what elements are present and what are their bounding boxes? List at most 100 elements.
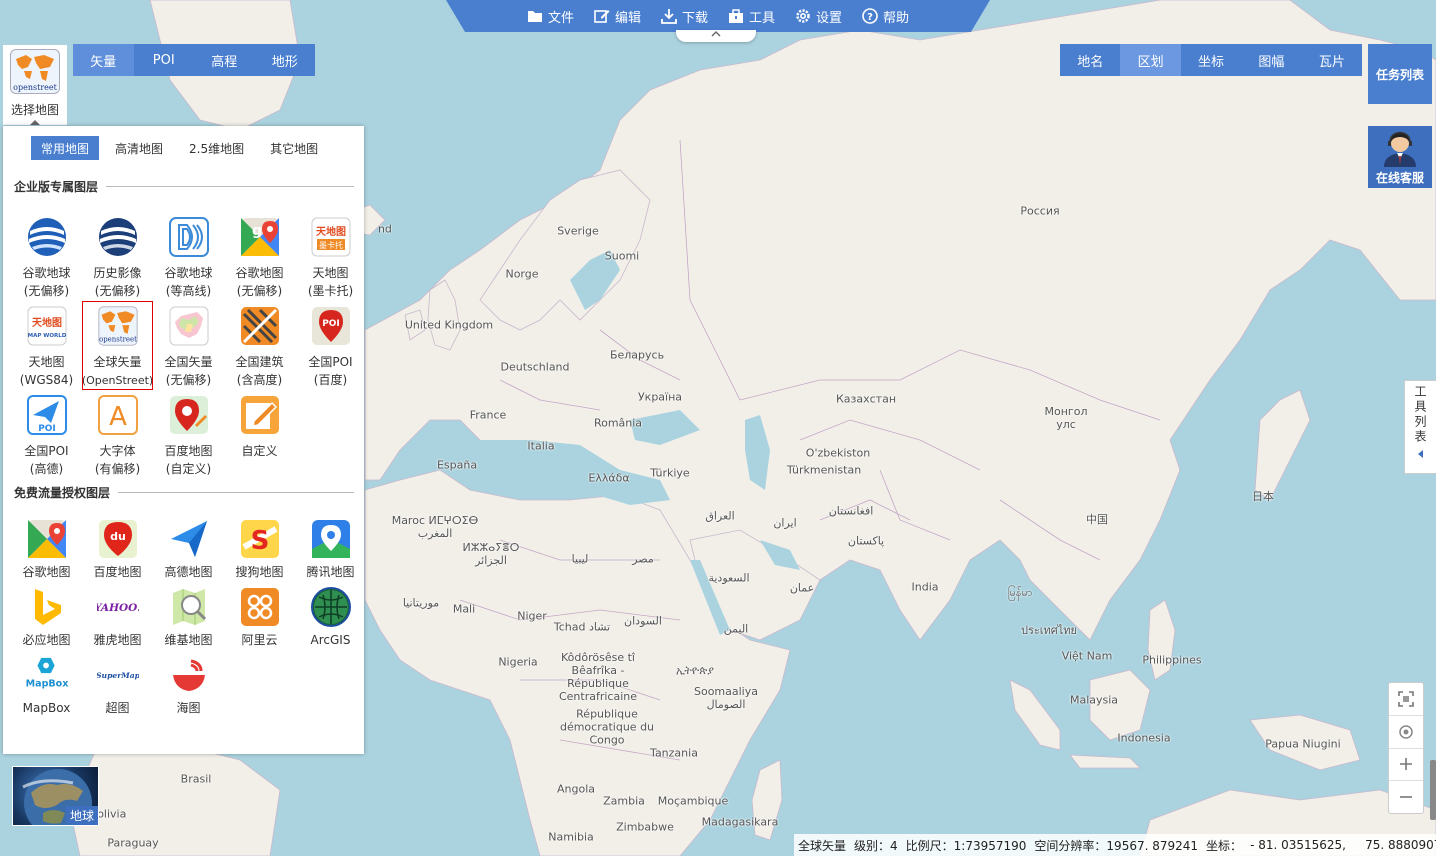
aliyun-icon [239,586,281,628]
plus-icon [1400,758,1412,771]
earth-view-label: 地球 [65,806,98,825]
file-menu[interactable]: 文件 [527,7,574,26]
tab-terrain[interactable]: 地形 [255,44,316,76]
fullscreen-icon [1398,691,1414,707]
layer-sogou-maps[interactable]: S 搜狗地图 [224,514,295,582]
settings-menu[interactable]: 设置 [795,7,842,26]
toolbox-list-label: 工具列表 [1413,385,1427,445]
layer-gaode-poi[interactable]: POI 全国POI (高德) [11,390,82,479]
toolbar-collapse-handle[interactable] [676,30,756,42]
earth-view-thumbnail[interactable]: 地球 [12,766,99,826]
svg-text:?: ? [867,12,873,23]
caret-up-icon [30,120,40,125]
layer-bing-maps[interactable]: 必应地图 [11,582,82,650]
layer-wiki-maps[interactable]: 维基地图 [153,582,224,650]
tab-map-sheets[interactable]: 图幅 [1241,44,1301,76]
tab-2-5d-maps[interactable]: 2.5维地图 [179,136,254,160]
free-layer-grid: 谷歌地图 du 百度地图 高德地图 S 搜狗地图 腾讯地图 必应地图 AHOO … [11,514,366,718]
help-menu[interactable]: ? 帮助 [862,7,909,26]
layer-china-vector[interactable]: 全国矢量 (无偏移) [153,301,224,390]
status-scale: 比例尺：1:73957190 [905,838,1027,853]
layer-aliyun[interactable]: 阿里云 [224,582,295,650]
openstreet-logo-icon: openstreet [10,49,60,94]
layer-tencent-maps[interactable]: 腾讯地图 [295,514,366,582]
baidu-custom-icon [168,394,210,436]
help-icon: ? [862,8,878,24]
baidu-poi-icon: POI [310,305,352,347]
status-source: 全球矢量 [798,838,847,853]
layer-yahoo-maps[interactable]: YAHOO! 雅虎地图 [82,582,153,650]
layer-baidu-custom[interactable]: 百度地图 (自定义) [153,390,224,479]
layer-mapbox[interactable]: MapBox MapBox [11,650,82,718]
layer-baidu-poi[interactable]: POI 全国POI (百度) [295,301,366,390]
svg-text:A: A [109,402,127,432]
google-maps-icon: g [239,216,281,258]
tab-place-names[interactable]: 地名 [1060,44,1120,76]
status-bar: 全球矢量 级别：4 比例尺：1:73957190 空间分辨率：19567. 87… [794,834,1436,856]
layer-baidu-maps[interactable]: du 百度地图 [82,514,153,582]
layer-google-earth[interactable]: 谷歌地球 (无偏移) [11,212,82,301]
layer-contour[interactable]: 谷歌地球 (等高线) [153,212,224,301]
download-menu-label: 下载 [681,10,708,26]
online-service-button[interactable]: 在线客服 [1368,126,1432,188]
tab-vector[interactable]: 矢量 [73,44,134,76]
large-font-icon: A [97,394,139,436]
bing-maps-icon [26,586,68,628]
tab-coordinates[interactable]: 坐标 [1181,44,1241,76]
tab-tiles[interactable]: 瓦片 [1302,44,1362,76]
layer-arcgis[interactable]: ArcGIS [295,582,366,650]
wiki-maps-icon [168,586,210,628]
enterprise-layer-grid: 谷歌地球 (无偏移) 历史影像 (无偏移) 谷歌地球 (等高线) g 谷歌地图 (无偏移… [11,212,366,479]
openstreet-icon: openstreet [97,305,139,347]
toolbox-list-tab[interactable]: 工具列表 [1404,380,1436,474]
download-menu[interactable]: 下载 [661,7,708,26]
tab-hd-maps[interactable]: 高清地图 [105,136,173,160]
zoom-slider[interactable] [1430,760,1436,820]
edit-menu[interactable]: 编辑 [594,7,641,26]
svg-text:POI: POI [38,424,56,434]
tianditu-mercator-icon: 天地图 墨卡托 [310,216,352,258]
tab-divisions[interactable]: 区划 [1120,44,1181,76]
overlay-tabs: 地名 区划 坐标 图幅 瓦片 [1060,44,1362,76]
task-list-button[interactable]: 任务列表 [1368,44,1432,104]
layer-sea-chart[interactable]: 海图 [153,650,224,718]
gear-icon [796,9,810,23]
select-map-button[interactable]: openstreet 选择地图 [3,45,67,125]
buildings-icon [239,305,281,347]
tab-common-maps[interactable]: 常用地图 [31,136,100,160]
sea-chart-icon [168,654,210,696]
file-menu-label: 文件 [547,10,574,26]
tab-elevation[interactable]: 高程 [194,44,255,76]
chevron-left-icon [1417,450,1423,458]
layer-custom[interactable]: 自定义 [224,390,295,479]
svg-text:du: du [110,530,126,543]
sogou-maps-icon: S [239,518,281,560]
layer-tianditu-mercator[interactable]: 天地图 墨卡托 天地图 (墨卡托) [295,212,366,301]
layer-buildings[interactable]: 全国建筑 (含高度) [224,301,295,390]
china-vector-icon [168,305,210,347]
tools-menu-label: 工具 [749,10,776,26]
minus-icon [1400,796,1412,798]
support-agent-icon [1384,132,1416,167]
locate-button[interactable] [1389,716,1423,749]
layer-history-imagery[interactable]: 历史影像 (无偏移) [82,212,153,301]
zoom-out-button[interactable] [1389,781,1423,813]
layer-selection-panel: 常用地图 高清地图 2.5维地图 其它地图 企业版专属图层 谷歌地球 (无偏移) … [3,126,364,754]
layer-openstreet[interactable]: openstreet 全球矢量 (OpenStreet) [82,301,153,390]
layer-tianditu-wgs84[interactable]: 天地图 MAP WORLD 天地图 (WGS84) [11,301,82,390]
download-icon [661,9,677,24]
zoom-in-button[interactable] [1389,749,1423,782]
arcgis-icon [310,586,352,628]
svg-text:openstreet: openstreet [99,336,137,344]
tools-menu[interactable]: 工具 [728,7,775,26]
map-controls [1388,682,1424,814]
layer-google-maps-free[interactable]: 谷歌地图 [11,514,82,582]
layer-supermap[interactable]: SuperMap 超图 [82,650,153,718]
tab-poi[interactable]: POI [134,44,195,76]
layer-google-maps[interactable]: g 谷歌地图 (无偏移) [224,212,295,301]
custom-edit-icon [239,394,281,436]
fullscreen-button[interactable] [1389,683,1423,716]
layer-gaode-maps[interactable]: 高德地图 [153,514,224,582]
tab-other-maps[interactable]: 其它地图 [260,136,328,160]
layer-large-font[interactable]: A 大字体 (有偏移) [82,390,153,479]
